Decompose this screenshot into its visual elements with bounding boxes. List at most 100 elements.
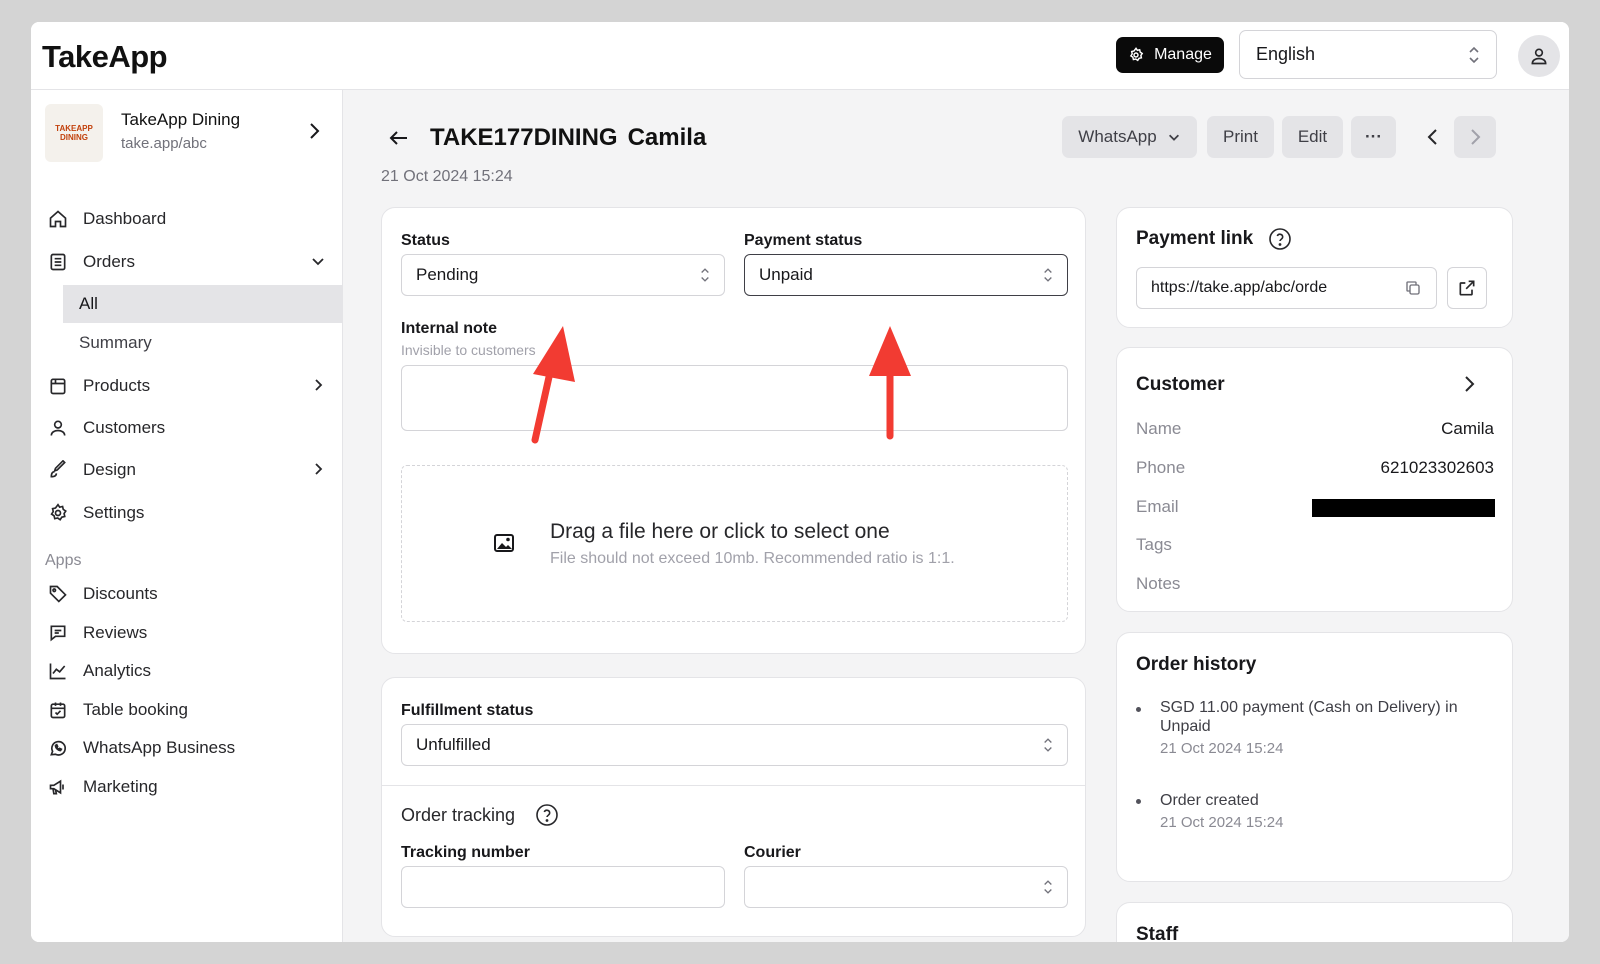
fulfillment-status-select[interactable]: Unfulfilled [401,724,1068,766]
chevron-right-icon [310,123,320,139]
sidebar-item-settings[interactable]: Settings [45,493,342,533]
whatsapp-button[interactable]: WhatsApp [1062,116,1197,158]
manage-button[interactable]: Manage [1116,37,1224,73]
status-select[interactable]: Pending [401,254,725,296]
sidebar-item-analytics[interactable]: Analytics [45,651,342,691]
sidebar-item-orders[interactable]: Orders [45,242,342,282]
dropzone-title: Drag a file here or click to select one [550,520,890,543]
list-icon [50,253,66,271]
language-value: English [1256,44,1316,64]
sidebar: TAKEAPP DINING TakeApp Dining take.app/a… [31,90,343,942]
chevron-right-icon [315,379,323,391]
sidebar-item-products[interactable]: Products [45,366,342,406]
sidebar-item-design[interactable]: Design [45,450,342,490]
sidebar-item-whatsapp-business[interactable]: WhatsApp Business [45,728,342,768]
payment-link-field[interactable]: https://take.app/abc/orde [1136,267,1437,309]
more-button[interactable]: ··· [1351,116,1396,158]
edit-button[interactable]: Edit [1282,116,1343,158]
customer-card: Customer Name Camila Phone 621023302603 … [1116,347,1513,612]
prev-order-button[interactable] [1412,116,1454,158]
status-label: Status [401,232,450,249]
chevron-down-icon [1168,134,1179,141]
chart-line-icon [49,663,66,680]
history-bullet [1136,707,1141,712]
fulfillment-status-value: Unfulfilled [416,735,491,754]
sidebar-item-label: Orders [83,252,135,271]
annotation-arrow [869,326,911,440]
fulfillment-card: Fulfillment status Unfulfilled Order tra… [381,677,1086,937]
store-name: TakeApp Dining [121,110,241,129]
external-link-icon [1459,280,1475,296]
copy-icon[interactable] [1404,279,1422,297]
courier-select[interactable] [744,866,1068,908]
chevron-updown-icon [1044,880,1052,894]
customer-notes-key: Notes [1136,574,1181,593]
print-button[interactable]: Print [1207,116,1274,158]
app-logo[interactable]: TakeApp [42,39,168,75]
gear-icon [50,503,67,521]
payment-link-title: Payment link [1136,228,1254,249]
order-customer-name: Camila [627,124,707,151]
sidebar-item-marketing[interactable]: Marketing [45,767,342,807]
app-window: TakeApp Manage English TAKEAPP DINING Ta… [31,22,1569,942]
payment-status-select[interactable]: Unpaid [744,254,1068,296]
file-dropzone[interactable]: Drag a file here or click to select one … [401,465,1068,622]
user-icon [1531,48,1547,65]
annotation-arrow [531,326,575,444]
payment-status-label: Payment status [744,232,863,249]
page-title: TAKE177DINING Camila [430,124,706,152]
store-switcher[interactable]: TAKEAPP DINING TakeApp Dining take.app/a… [45,104,335,162]
customer-phone-value: 621023302603 [1380,458,1494,477]
tracking-number-input[interactable] [401,866,725,908]
customer-name-key: Name [1136,419,1182,438]
manage-label: Manage [1154,46,1212,63]
sidebar-item-label: Customers [83,418,166,437]
user-avatar[interactable] [1518,35,1560,77]
sidebar-item-table-booking[interactable]: Table booking [45,690,342,730]
user-icon [50,420,66,436]
divider [382,785,1085,786]
gear-icon [1129,47,1144,62]
payment-link-card: Payment link https://take.app/abc/orde [1116,207,1513,328]
history-item-date: 21 Oct 2024 15:24 [1160,814,1284,831]
whatsapp-label: WhatsApp [1078,127,1157,146]
sidebar-item-label: Analytics [83,661,152,680]
box-icon [50,378,66,395]
store-logo: TAKEAPP DINING [45,104,103,162]
sidebar-subitem-summary[interactable]: Summary [63,324,342,362]
help-icon[interactable] [535,803,559,827]
chevron-right-icon[interactable] [1462,375,1476,393]
open-link-button[interactable] [1447,267,1487,309]
sidebar-item-label: Products [83,376,151,395]
top-bar: TakeApp Manage English [31,22,1569,90]
calendar-icon [50,702,66,719]
order-date: 21 Oct 2024 15:24 [381,168,513,185]
message-icon [50,625,66,642]
tag-icon [49,585,67,603]
chevron-down-icon [312,258,324,266]
history-bullet [1136,799,1141,804]
order-history-title: Order history [1136,654,1257,675]
sidebar-item-reviews[interactable]: Reviews [45,613,342,653]
language-select[interactable]: English [1239,30,1497,79]
customer-name-value: Camila [1441,419,1494,438]
sidebar-subitem-all[interactable]: All [63,285,342,323]
customer-title: Customer [1136,374,1225,395]
internal-note-input[interactable] [401,365,1068,431]
history-item-date: 21 Oct 2024 15:24 [1160,740,1284,757]
sidebar-item-label: Marketing [83,777,158,796]
store-url: take.app/abc [121,135,207,152]
help-icon[interactable] [1268,227,1292,251]
sidebar-item-customers[interactable]: Customers [45,408,342,448]
sidebar-item-discounts[interactable]: Discounts [45,574,342,614]
back-arrow-icon[interactable] [389,130,409,146]
next-order-button[interactable] [1454,116,1496,158]
home-icon [49,210,67,228]
chevron-right-icon [315,463,323,475]
customer-email-key: Email [1136,497,1179,516]
payment-status-value: Unpaid [759,265,813,284]
chevron-updown-icon [1469,46,1479,63]
sidebar-item-dashboard[interactable]: Dashboard [45,199,342,239]
image-icon [494,534,514,552]
dropzone-hint: File should not exceed 10mb. Recommended… [550,550,955,567]
